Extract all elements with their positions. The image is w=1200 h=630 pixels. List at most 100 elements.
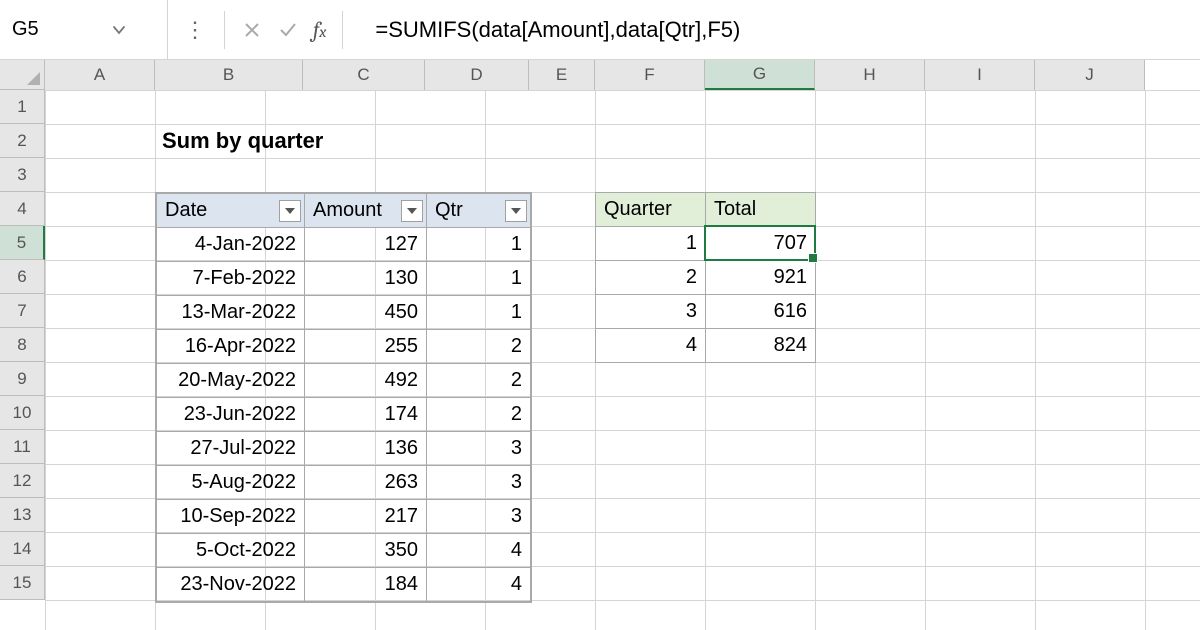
cell-quarter[interactable]: 1 [596,227,706,261]
cancel-icon[interactable] [237,15,267,45]
name-box[interactable]: G5 [0,0,168,59]
cell-total[interactable]: 616 [706,295,816,329]
filter-icon[interactable] [505,200,527,222]
cell-amount[interactable]: 217 [305,500,427,534]
cell-amount[interactable]: 184 [305,568,427,602]
data-row[interactable]: 7-Feb-20221301 [157,262,531,296]
select-all-corner[interactable] [0,60,45,90]
more-icon[interactable]: ⋮ [178,17,212,43]
cell-total[interactable]: 921 [706,261,816,295]
summary-row[interactable]: 4824 [596,329,816,363]
data-row[interactable]: 27-Jul-20221363 [157,432,531,466]
cell-date[interactable]: 7-Feb-2022 [157,262,305,296]
summary-header-quarter[interactable]: Quarter [596,193,706,227]
cell-amount[interactable]: 130 [305,262,427,296]
cell-qtr[interactable]: 4 [427,568,531,602]
row-header-15[interactable]: 15 [0,566,44,600]
cell-date[interactable]: 16-Apr-2022 [157,330,305,364]
cell-qtr[interactable]: 3 [427,500,531,534]
row-header-11[interactable]: 11 [0,430,44,464]
cell-quarter[interactable]: 3 [596,295,706,329]
cell-qtr[interactable]: 2 [427,398,531,432]
cell-total[interactable]: 707 [706,227,816,261]
cell-date[interactable]: 27-Jul-2022 [157,432,305,466]
cell-amount[interactable]: 492 [305,364,427,398]
cell-date[interactable]: 13-Mar-2022 [157,296,305,330]
cell-total[interactable]: 824 [706,329,816,363]
cell-date[interactable]: 23-Jun-2022 [157,398,305,432]
data-header-amount[interactable]: Amount [305,194,427,228]
row-header-3[interactable]: 3 [0,158,44,192]
row-header-10[interactable]: 10 [0,396,44,430]
col-header-B[interactable]: B [155,60,303,90]
row-header-5[interactable]: 5 [0,226,45,260]
formula-input[interactable]: =SUMIFS(data[Amount],data[Qtr],F5) [355,17,1190,43]
data-row[interactable]: 4-Jan-20221271 [157,228,531,262]
row-header-14[interactable]: 14 [0,532,44,566]
row-header-12[interactable]: 12 [0,464,44,498]
col-header-D[interactable]: D [425,60,529,90]
row-header-1[interactable]: 1 [0,90,44,124]
col-header-F[interactable]: F [595,60,705,90]
cell-qtr[interactable]: 1 [427,228,531,262]
cell-qtr[interactable]: 4 [427,534,531,568]
cell-amount[interactable]: 255 [305,330,427,364]
data-row[interactable]: 23-Jun-20221742 [157,398,531,432]
data-row[interactable]: 13-Mar-20224501 [157,296,531,330]
cell-qtr[interactable]: 3 [427,432,531,466]
col-header-J[interactable]: J [1035,60,1145,90]
summary-row[interactable]: 1707 [596,227,816,261]
cell-date[interactable]: 5-Oct-2022 [157,534,305,568]
cell-qtr[interactable]: 1 [427,296,531,330]
worksheet[interactable]: ABCDEFGHIJ 123456789101112131415 Sum by … [0,60,1200,630]
cell-qtr[interactable]: 1 [427,262,531,296]
cell-grid[interactable]: Sum by quarter Date Amount [45,90,1200,630]
chevron-down-icon[interactable] [84,21,156,39]
summary-row[interactable]: 3616 [596,295,816,329]
cell-amount[interactable]: 127 [305,228,427,262]
col-header-E[interactable]: E [529,60,595,90]
data-header-date[interactable]: Date [157,194,305,228]
row-header-8[interactable]: 8 [0,328,44,362]
summary-header-total[interactable]: Total [706,193,816,227]
cell-date[interactable]: 5-Aug-2022 [157,466,305,500]
data-row[interactable]: 16-Apr-20222552 [157,330,531,364]
row-header-13[interactable]: 13 [0,498,44,532]
cell-quarter[interactable]: 2 [596,261,706,295]
col-header-H[interactable]: H [815,60,925,90]
data-row[interactable]: 23-Nov-20221844 [157,568,531,602]
data-row[interactable]: 10-Sep-20222173 [157,500,531,534]
col-header-I[interactable]: I [925,60,1035,90]
name-box-value: G5 [12,18,84,41]
cell-amount[interactable]: 136 [305,432,427,466]
row-header-7[interactable]: 7 [0,294,44,328]
row-header-6[interactable]: 6 [0,260,44,294]
row-header-2[interactable]: 2 [0,124,44,158]
cell-date[interactable]: 23-Nov-2022 [157,568,305,602]
cell-qtr[interactable]: 2 [427,330,531,364]
cell-date[interactable]: 20-May-2022 [157,364,305,398]
cell-qtr[interactable]: 3 [427,466,531,500]
row-header-4[interactable]: 4 [0,192,44,226]
fx-icon[interactable]: fx [309,17,330,43]
summary-row[interactable]: 2921 [596,261,816,295]
data-header-qtr[interactable]: Qtr [427,194,531,228]
cell-date[interactable]: 4-Jan-2022 [157,228,305,262]
cell-quarter[interactable]: 4 [596,329,706,363]
confirm-icon[interactable] [273,15,303,45]
col-header-C[interactable]: C [303,60,425,90]
filter-icon[interactable] [401,200,423,222]
cell-amount[interactable]: 350 [305,534,427,568]
cell-amount[interactable]: 450 [305,296,427,330]
filter-icon[interactable] [279,200,301,222]
cell-amount[interactable]: 174 [305,398,427,432]
data-row[interactable]: 5-Oct-20223504 [157,534,531,568]
data-row[interactable]: 5-Aug-20222633 [157,466,531,500]
col-header-A[interactable]: A [45,60,155,90]
cell-amount[interactable]: 263 [305,466,427,500]
cell-date[interactable]: 10-Sep-2022 [157,500,305,534]
col-header-G[interactable]: G [705,60,815,90]
row-header-9[interactable]: 9 [0,362,44,396]
data-row[interactable]: 20-May-20224922 [157,364,531,398]
cell-qtr[interactable]: 2 [427,364,531,398]
